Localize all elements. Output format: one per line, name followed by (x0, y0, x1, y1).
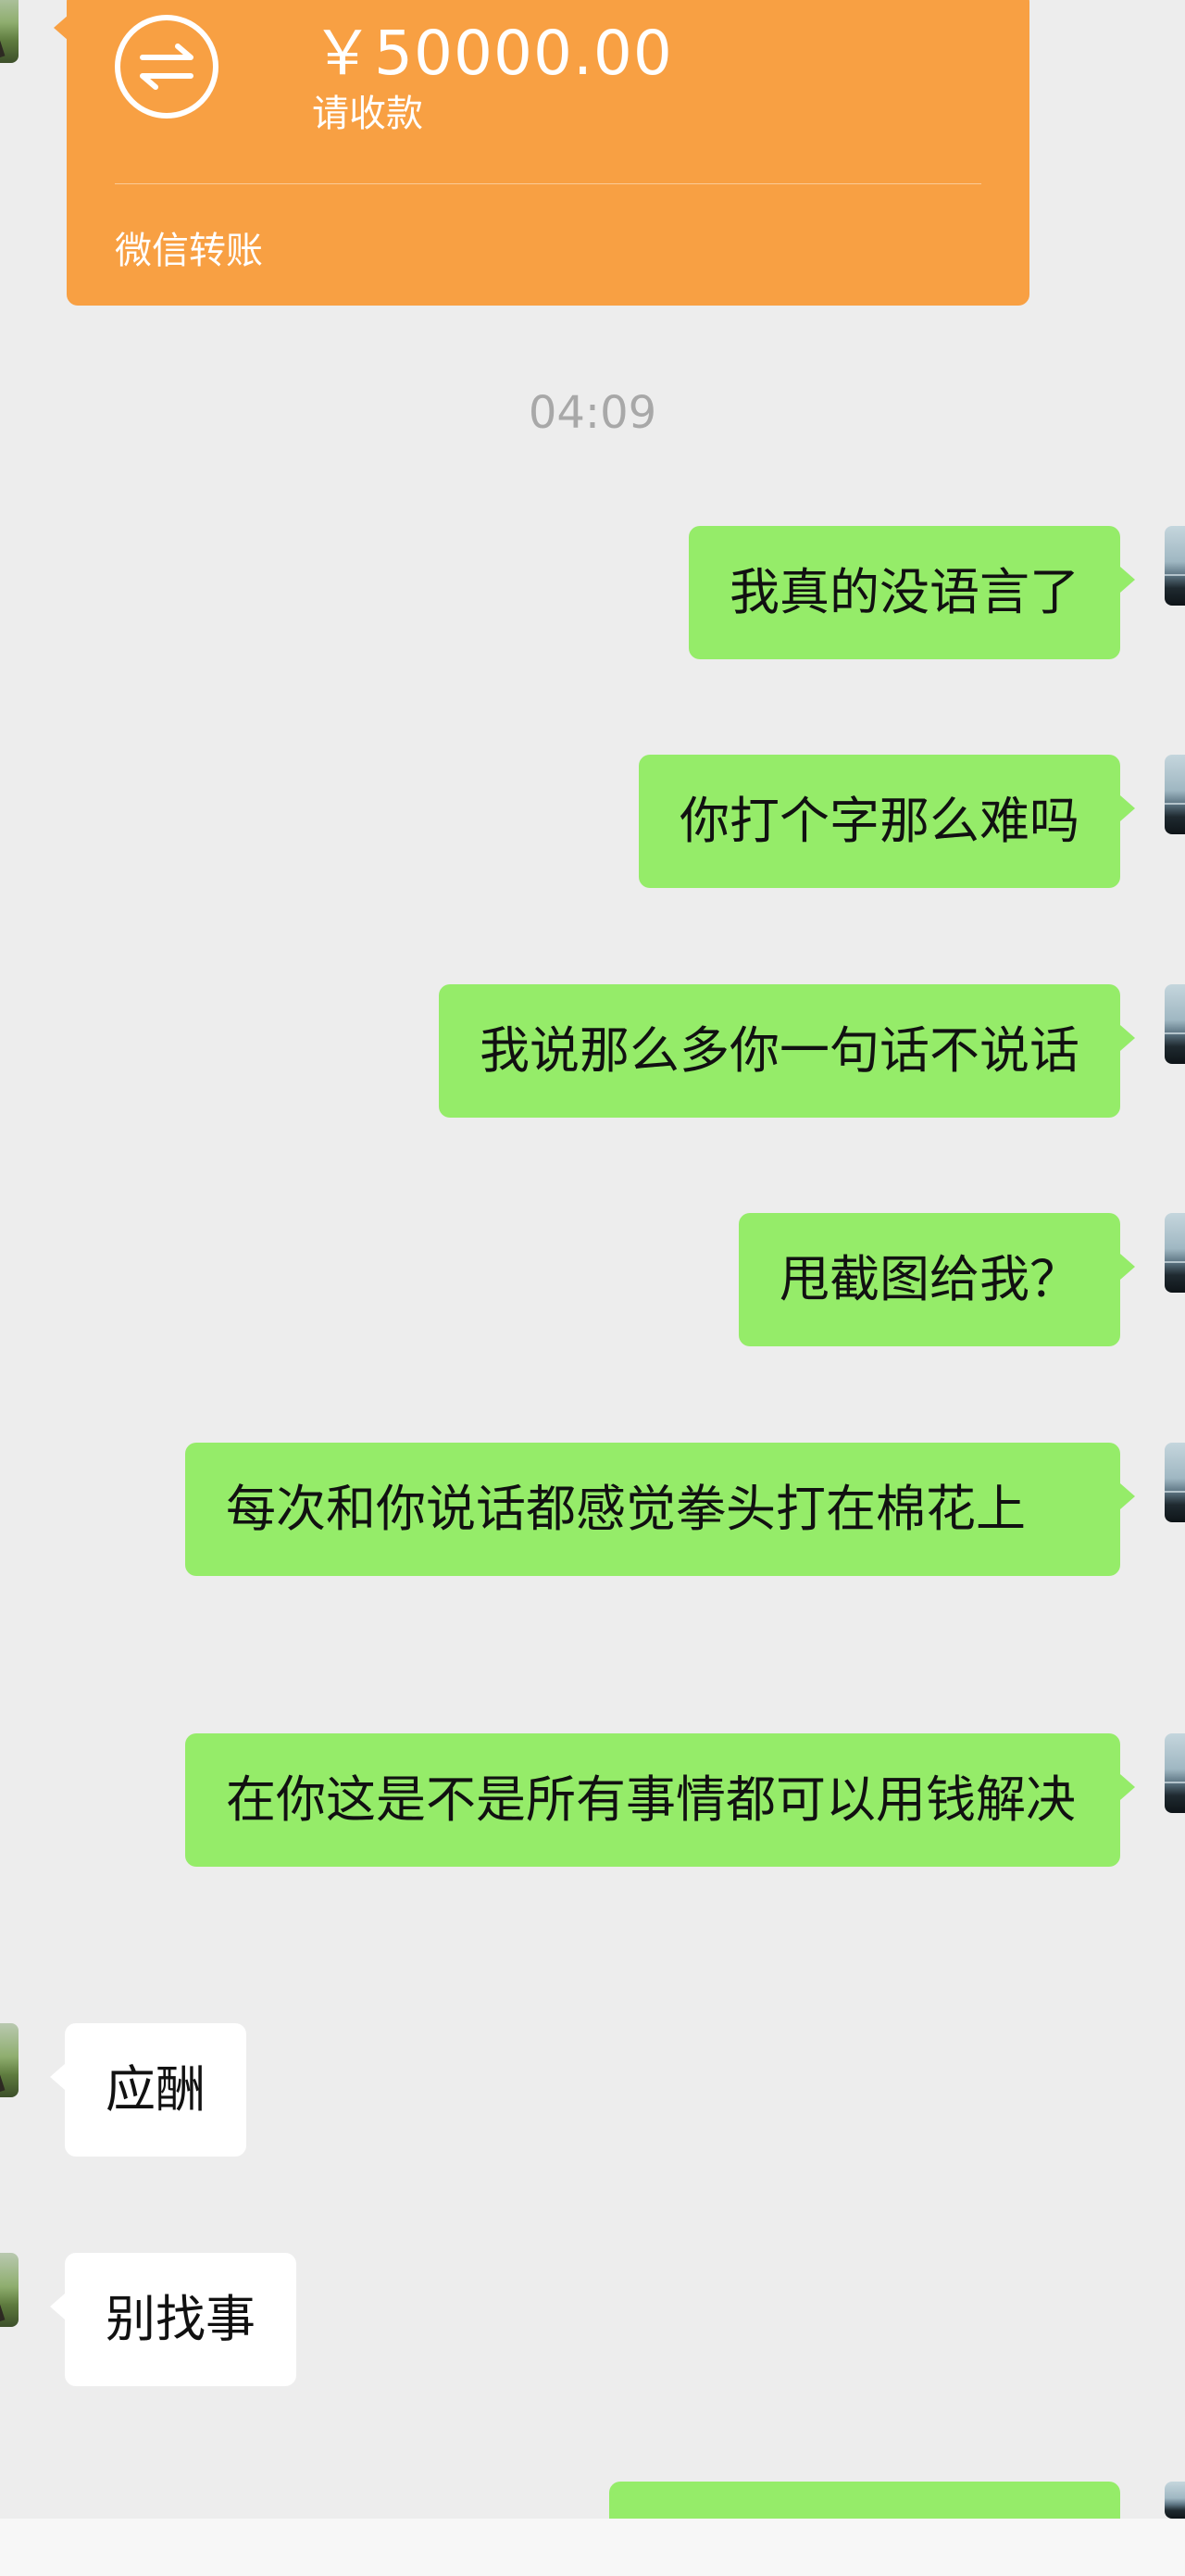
self-avatar[interactable] (1165, 2482, 1185, 2519)
outgoing-message[interactable]: 我说那么多你一句话不说话 (439, 984, 1135, 1118)
self-avatar[interactable] (1165, 984, 1185, 1064)
self-avatar[interactable] (1165, 1733, 1185, 1813)
message-timestamp: 04:09 (528, 387, 657, 439)
self-avatar[interactable] (1165, 1213, 1185, 1293)
transfer-arrows-icon (115, 15, 218, 119)
transfer-label: 微信转账 (115, 230, 263, 272)
self-avatar[interactable] (1165, 526, 1185, 606)
outgoing-message[interactable]: 你打个字那么难吗 (639, 755, 1135, 888)
outgoing-message[interactable]: 甩截图给我？ (739, 1213, 1135, 1346)
outgoing-message[interactable]: 每次和你说话都感觉拳头打在棉花上 (185, 1443, 1135, 1576)
message-text: 我说那么多你一句话不说话 (480, 1021, 1079, 1080)
bottom-bar (0, 2519, 1185, 2576)
transfer-amount: ￥50000.00 (312, 18, 673, 89)
contact-avatar[interactable] (0, 2253, 19, 2327)
outgoing-message[interactable]: 我真的没语言了 (689, 526, 1135, 659)
message-text: 应酬 (106, 2060, 206, 2119)
message-text: 别找事 (106, 2290, 256, 2348)
message-text: 甩截图给我？ (780, 1250, 1079, 1308)
self-avatar[interactable] (1165, 755, 1185, 834)
transfer-divider (115, 183, 981, 184)
contact-avatar[interactable] (0, 2023, 19, 2097)
self-avatar[interactable] (1165, 1443, 1185, 1522)
contact-avatar[interactable] (0, 0, 19, 63)
incoming-message[interactable]: 应酬 (50, 2023, 246, 2157)
message-text: 你打个字那么难吗 (680, 792, 1079, 850)
message-text: 我真的没语言了 (730, 563, 1079, 621)
message-text: 在你这是不是所有事情都可以用钱解决 (226, 1770, 1076, 1829)
wechat-transfer-card[interactable]: ￥50000.00 请收款 微信转账 (67, 0, 1029, 306)
incoming-message[interactable]: 别找事 (50, 2253, 296, 2386)
message-text: 每次和你说话都感觉拳头打在棉花上 (226, 1480, 1026, 1538)
outgoing-message[interactable]: 在你这是不是所有事情都可以用钱解决 (185, 1733, 1135, 1867)
transfer-status: 请收款 (312, 93, 423, 135)
